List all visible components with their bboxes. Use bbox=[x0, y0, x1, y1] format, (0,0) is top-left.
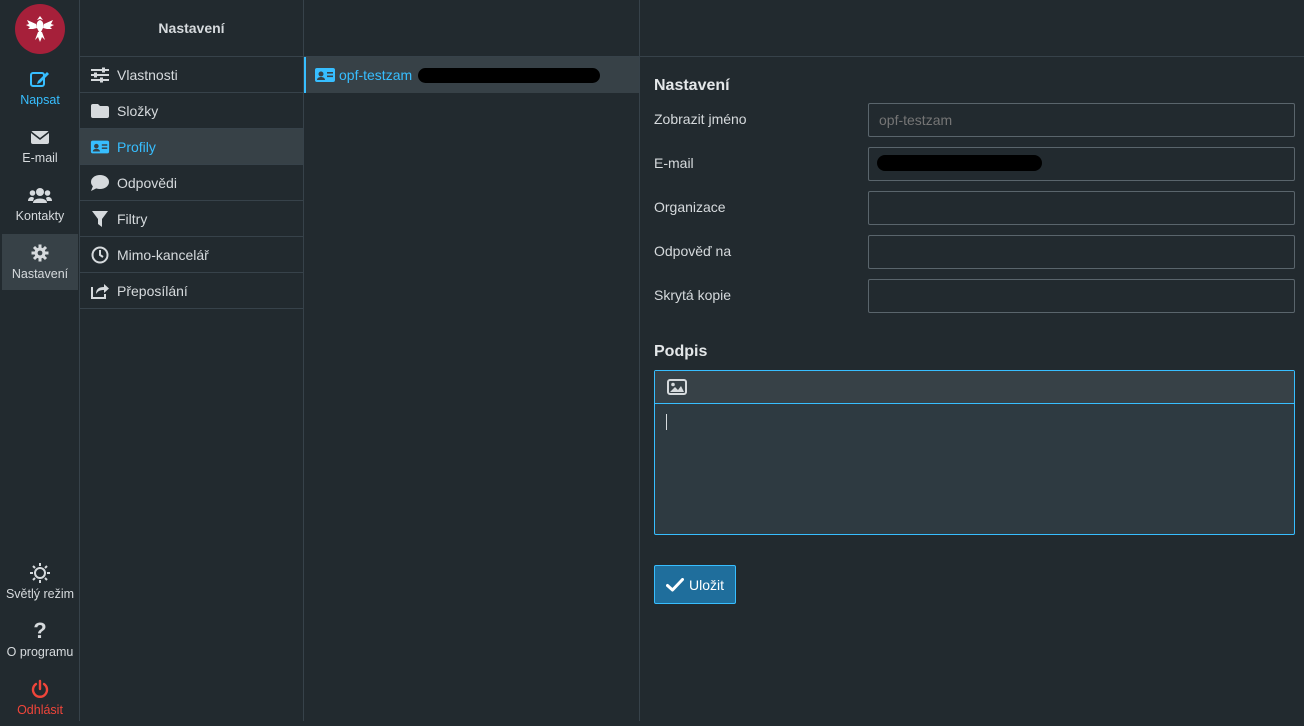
menu-item-label: Profily bbox=[117, 138, 156, 155]
identity-item[interactable]: opf-testzam bbox=[304, 57, 639, 93]
nav-compose[interactable]: Napsat bbox=[2, 60, 78, 116]
pencil-square-icon bbox=[30, 68, 50, 90]
redacted-email-value bbox=[877, 155, 1042, 171]
menu-item-label: Mimo-kancelář bbox=[117, 246, 209, 263]
menu-item-label: Vlastnosti bbox=[117, 66, 178, 83]
nav-contacts-label: Kontakty bbox=[15, 209, 65, 223]
sliders-icon bbox=[90, 65, 110, 85]
reply-to-label: Odpověď na bbox=[654, 243, 732, 259]
settings-menu-title: Nastavení bbox=[80, 0, 303, 57]
reply-to-field[interactable] bbox=[868, 235, 1295, 269]
image-icon[interactable] bbox=[667, 379, 687, 395]
bcc-label: Skrytá kopie bbox=[654, 287, 732, 303]
nav-compose-label: Napsat bbox=[20, 93, 60, 107]
menu-item-folders[interactable]: Složky bbox=[80, 93, 303, 129]
menu-item-profiles[interactable]: Profily bbox=[80, 129, 303, 165]
settings-menu: Nastavení Vlastnosti Složky Profily Odpo… bbox=[80, 0, 304, 721]
organization-label: Organizace bbox=[654, 199, 726, 215]
share-icon bbox=[90, 281, 110, 301]
organization-field[interactable] bbox=[868, 191, 1295, 225]
identities-list: opf-testzam bbox=[304, 0, 640, 721]
menu-item-label: Přeposílání bbox=[117, 282, 188, 299]
signature-title: Podpis bbox=[654, 343, 708, 360]
redacted-email bbox=[418, 68, 600, 83]
menu-item-forwarding[interactable]: Přeposílání bbox=[80, 273, 303, 309]
id-card-icon bbox=[90, 137, 110, 157]
question-icon: ? bbox=[33, 618, 47, 643]
nav-about[interactable]: ? O programu bbox=[2, 612, 78, 668]
save-button-label: Uložit bbox=[688, 576, 724, 593]
nav-email[interactable]: E-mail bbox=[2, 118, 78, 174]
nav-settings[interactable]: Nastavení bbox=[2, 234, 78, 290]
gear-icon bbox=[31, 242, 49, 264]
app-rail: Napsat E-mail Kontakty Nastavení Světlý … bbox=[0, 0, 80, 721]
signature-editor[interactable] bbox=[654, 370, 1295, 535]
app-logo[interactable] bbox=[15, 4, 65, 54]
menu-item-filters[interactable]: Filtry bbox=[80, 201, 303, 237]
speech-bubble-icon bbox=[90, 173, 110, 193]
menu-item-label: Filtry bbox=[117, 210, 148, 227]
id-card-icon bbox=[314, 65, 336, 85]
nav-settings-label: Nastavení bbox=[11, 267, 69, 281]
display-name-label: Zobrazit jméno bbox=[654, 111, 747, 127]
email-label: E-mail bbox=[654, 155, 694, 171]
signature-toolbar bbox=[655, 371, 1294, 404]
text-caret bbox=[666, 414, 667, 430]
menu-item-responses[interactable]: Odpovědi bbox=[80, 165, 303, 201]
display-name-field[interactable] bbox=[868, 103, 1295, 137]
nav-logout[interactable]: Odhlásit bbox=[2, 670, 78, 726]
sun-icon bbox=[30, 562, 50, 584]
menu-item-out-of-office[interactable]: Mimo-kancelář bbox=[80, 237, 303, 273]
menu-item-properties[interactable]: Vlastnosti bbox=[80, 57, 303, 93]
folder-icon bbox=[90, 101, 110, 121]
menu-item-label: Složky bbox=[117, 102, 159, 119]
identity-name: opf-testzam bbox=[339, 67, 413, 83]
save-button[interactable]: Uložit bbox=[654, 565, 736, 604]
eagle-logo-icon bbox=[26, 16, 54, 42]
nav-email-label: E-mail bbox=[22, 151, 58, 165]
panel-header bbox=[640, 0, 1304, 57]
nav-contacts[interactable]: Kontakty bbox=[2, 176, 78, 232]
form-title: Nastavení bbox=[654, 77, 730, 94]
nav-light-mode[interactable]: Světlý režim bbox=[2, 554, 78, 610]
signature-body[interactable] bbox=[655, 404, 1294, 534]
identity-form-panel: Nastavení Zobrazit jméno E-mail Organiza… bbox=[640, 0, 1304, 721]
nav-logout-label: Odhlásit bbox=[17, 703, 63, 717]
nav-about-label: O programu bbox=[6, 645, 74, 659]
bcc-field[interactable] bbox=[868, 279, 1295, 313]
identities-list-header bbox=[304, 0, 639, 57]
users-icon bbox=[28, 184, 52, 206]
filter-icon bbox=[90, 209, 110, 229]
menu-item-label: Odpovědi bbox=[117, 174, 177, 191]
checkmark-icon bbox=[665, 577, 684, 592]
envelope-icon bbox=[30, 126, 50, 148]
clock-icon bbox=[90, 245, 110, 265]
nav-light-mode-label: Světlý režim bbox=[5, 587, 75, 601]
power-icon bbox=[30, 678, 50, 700]
